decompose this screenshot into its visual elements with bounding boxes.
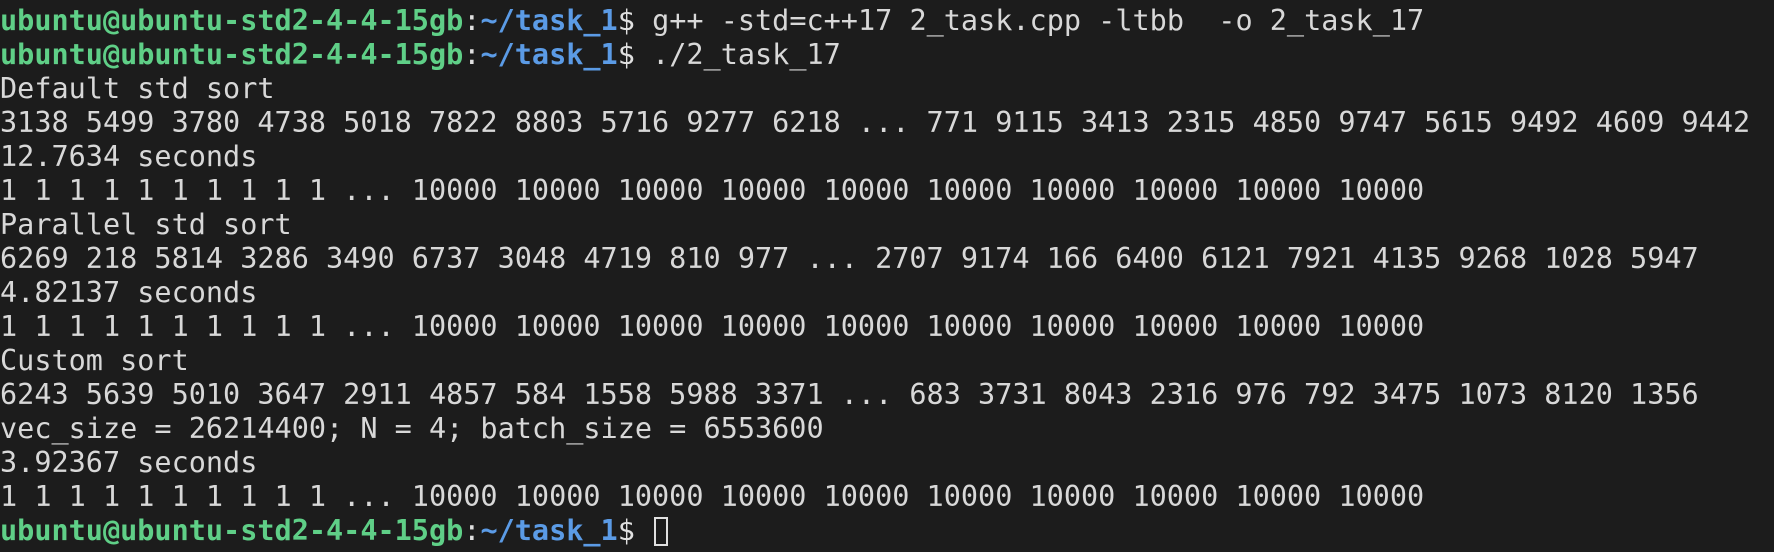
- prompt-separator: :: [463, 514, 481, 547]
- output-line: 1 1 1 1 1 1 1 1 1 1 ... 10000 10000 1000…: [0, 480, 1425, 513]
- output-line: vec_size = 26214400; N = 4; batch_size =…: [0, 412, 824, 445]
- prompt-path: ~/task_1: [480, 4, 618, 37]
- output-line: 12.7634 seconds: [0, 140, 258, 173]
- prompt-separator: :: [463, 38, 481, 71]
- prompt-path: ~/task_1: [480, 514, 618, 547]
- output-line: 1 1 1 1 1 1 1 1 1 1 ... 10000 10000 1000…: [0, 174, 1425, 207]
- prompt-symbol: $: [617, 4, 653, 37]
- command-line-run: ubuntu@ubuntu-std2-4-4-15gb:~/task_1$ ./…: [0, 38, 1774, 72]
- active-prompt-line[interactable]: ubuntu@ubuntu-std2-4-4-15gb:~/task_1$: [0, 514, 1774, 548]
- prompt-symbol: $: [617, 38, 653, 71]
- command-line-compile: ubuntu@ubuntu-std2-4-4-15gb:~/task_1$ g+…: [0, 4, 1774, 38]
- output-line: Custom sort: [0, 344, 189, 377]
- output-line: Parallel std sort: [0, 208, 292, 241]
- output-line: 3.92367 seconds: [0, 446, 258, 479]
- output-line: 4.82137 seconds: [0, 276, 258, 309]
- output-line: 1 1 1 1 1 1 1 1 1 1 ... 10000 10000 1000…: [0, 310, 1425, 343]
- prompt-user-host: ubuntu@ubuntu-std2-4-4-15gb: [0, 4, 464, 37]
- output-line: Default std sort: [0, 72, 275, 105]
- command-text: ./2_task_17: [652, 38, 841, 71]
- output-line: 6269 218 5814 3286 3490 6737 3048 4719 8…: [0, 242, 1699, 275]
- prompt-path: ~/task_1: [480, 38, 618, 71]
- prompt-separator: :: [463, 4, 481, 37]
- command-text: g++ -std=c++17 2_task.cpp -ltbb -o 2_tas…: [652, 4, 1425, 37]
- output-line: 6243 5639 5010 3647 2911 4857 584 1558 5…: [0, 378, 1699, 411]
- prompt-user-host: ubuntu@ubuntu-std2-4-4-15gb: [0, 38, 464, 71]
- prompt-user-host: ubuntu@ubuntu-std2-4-4-15gb: [0, 514, 464, 547]
- output-line: 3138 5499 3780 4738 5018 7822 8803 5716 …: [0, 106, 1751, 139]
- terminal-window[interactable]: ubuntu@ubuntu-std2-4-4-15gb:~/task_1$ g+…: [0, 0, 1774, 552]
- text-cursor[interactable]: [654, 517, 669, 546]
- prompt-symbol: $: [617, 514, 653, 547]
